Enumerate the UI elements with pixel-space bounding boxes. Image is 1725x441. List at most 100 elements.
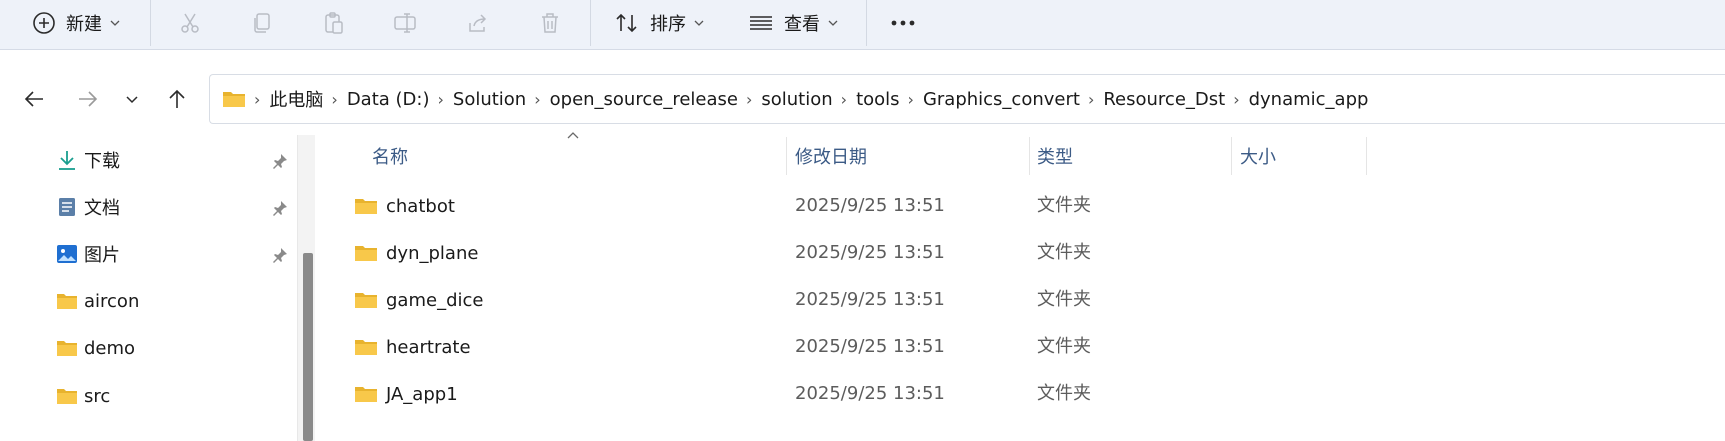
address-bar[interactable]: › 此电脑 › Data (D:) › Solution › open_source_rele… — [209, 74, 1725, 124]
sort-label: 排序 — [650, 14, 686, 35]
command-bar: 新建 排序 查看 — [0, 0, 1725, 50]
sidebar-item-label: 图片 — [84, 245, 120, 266]
up-button[interactable] — [157, 79, 197, 119]
cut-icon — [181, 13, 199, 33]
file-row[interactable]: dyn_plane 2025/9/25 13:51 文件夹 — [340, 233, 1370, 273]
chevron-right-icon[interactable]: › — [437, 90, 443, 109]
view-button[interactable]: 查看 — [748, 0, 838, 46]
view-icon — [750, 16, 772, 30]
rename-button[interactable] — [393, 0, 419, 46]
breadcrumb-segment[interactable]: tools — [856, 89, 899, 110]
column-header-label: 修改日期 — [795, 147, 867, 168]
plus-circle-icon — [33, 12, 55, 34]
breadcrumb-segment[interactable]: 此电脑 — [269, 86, 323, 112]
chevron-right-icon[interactable]: › — [746, 90, 752, 109]
folder-icon — [355, 387, 377, 402]
chevron-right-icon[interactable]: › — [908, 90, 914, 109]
file-type: 文件夹 — [1037, 336, 1091, 357]
breadcrumb-segment[interactable]: open_source_release — [550, 89, 738, 110]
delete-button[interactable] — [538, 0, 562, 46]
folder-icon — [57, 389, 77, 404]
new-label: 新建 — [66, 14, 102, 35]
more-button[interactable] — [890, 0, 916, 46]
sidebar-item-label: 下载 — [84, 151, 120, 172]
file-type: 文件夹 — [1037, 383, 1091, 404]
column-header-type[interactable]: 类型 — [1037, 140, 1073, 172]
file-name: JA_app1 — [386, 383, 458, 405]
sidebar-item-downloads[interactable]: 下载 — [56, 145, 120, 175]
chevron-right-icon[interactable]: › — [534, 90, 540, 109]
file-name-cell[interactable]: chatbot — [354, 186, 455, 226]
chevron-down-icon — [694, 20, 704, 26]
column-header-name[interactable]: 名称 — [372, 140, 408, 172]
back-button[interactable] — [14, 79, 54, 119]
forward-button[interactable] — [68, 79, 108, 119]
copy-icon — [254, 13, 270, 33]
recent-locations-button[interactable] — [112, 79, 152, 119]
rename-icon — [394, 13, 416, 33]
toolbar-separator — [590, 0, 591, 46]
column-divider[interactable] — [1029, 137, 1030, 175]
column-divider[interactable] — [1231, 137, 1232, 175]
file-row[interactable]: game_dice 2025/9/25 13:51 文件夹 — [340, 280, 1370, 320]
sidebar-item-aircon[interactable]: aircon — [56, 286, 139, 316]
file-name-cell[interactable]: heartrate — [354, 327, 471, 367]
file-name-cell[interactable]: game_dice — [354, 280, 483, 320]
sort-button[interactable]: 排序 — [614, 0, 704, 46]
breadcrumb-segment[interactable]: Resource_Dst — [1103, 89, 1225, 110]
column-header-label: 大小 — [1240, 147, 1276, 168]
chevron-down-icon — [126, 96, 138, 104]
pin-icon[interactable] — [272, 153, 288, 169]
file-row[interactable]: chatbot 2025/9/25 13:51 文件夹 — [340, 186, 1370, 226]
breadcrumb-segment[interactable]: Data (D:) — [347, 89, 430, 110]
folder-icon — [223, 92, 245, 107]
more-icon — [891, 20, 915, 26]
file-row[interactable]: JA_app1 2025/9/25 13:51 文件夹 — [340, 374, 1370, 414]
cut-button[interactable] — [178, 0, 202, 46]
column-header-size[interactable]: 大小 — [1240, 140, 1276, 172]
breadcrumb-segment[interactable]: Solution — [453, 89, 526, 110]
column-header-date[interactable]: 修改日期 — [795, 140, 867, 172]
sidebar-item-src[interactable]: src — [56, 381, 110, 411]
breadcrumb-segment[interactable]: Graphics_convert — [923, 89, 1080, 110]
arrow-left-icon — [24, 91, 43, 107]
breadcrumb-segment[interactable]: dynamic_app — [1249, 89, 1369, 110]
chevron-right-icon[interactable]: › — [331, 90, 337, 109]
file-date: 2025/9/25 13:51 — [795, 383, 945, 404]
chevron-right-icon[interactable]: › — [1233, 90, 1239, 109]
breadcrumb-segment[interactable]: solution — [761, 89, 832, 110]
column-divider[interactable] — [1366, 137, 1367, 175]
sidebar-item-pictures[interactable]: 图片 — [56, 239, 120, 269]
file-row[interactable]: heartrate 2025/9/25 13:51 文件夹 — [340, 327, 1370, 367]
new-button[interactable]: 新建 — [32, 0, 120, 46]
paste-button[interactable] — [322, 0, 346, 46]
file-type: 文件夹 — [1037, 242, 1091, 263]
sidebar-item-demo[interactable]: demo — [56, 333, 135, 363]
column-divider[interactable] — [786, 137, 787, 175]
file-name-cell[interactable]: dyn_plane — [354, 233, 478, 273]
share-icon — [469, 14, 487, 32]
chevron-right-icon[interactable]: › — [1088, 90, 1094, 109]
view-label: 查看 — [784, 14, 820, 35]
folder-icon — [57, 294, 77, 309]
pin-icon[interactable] — [272, 200, 288, 216]
chevron-down-icon — [110, 20, 120, 26]
file-name-cell[interactable]: JA_app1 — [354, 374, 458, 414]
folder-icon — [57, 341, 77, 356]
share-button[interactable] — [466, 0, 490, 46]
file-name: dyn_plane — [386, 242, 479, 264]
arrow-right-icon — [79, 91, 98, 107]
pin-icon[interactable] — [272, 247, 288, 263]
sidebar-scrollbar-thumb[interactable] — [303, 253, 313, 441]
chevron-right-icon[interactable]: › — [841, 90, 847, 109]
copy-button[interactable] — [250, 0, 274, 46]
sidebar-item-documents[interactable]: 文档 — [56, 192, 120, 222]
sort-icon — [616, 13, 637, 33]
file-type: 文件夹 — [1037, 289, 1091, 310]
file-date: 2025/9/25 13:51 — [795, 289, 945, 310]
sort-ascending-icon — [567, 132, 579, 139]
file-date: 2025/9/25 13:51 — [795, 195, 945, 216]
chevron-right-icon[interactable]: › — [254, 90, 260, 109]
breadcrumb: › 此电脑 › Data (D:) › Solution › open_source_rele… — [246, 86, 1368, 112]
pictures-icon — [57, 245, 77, 263]
